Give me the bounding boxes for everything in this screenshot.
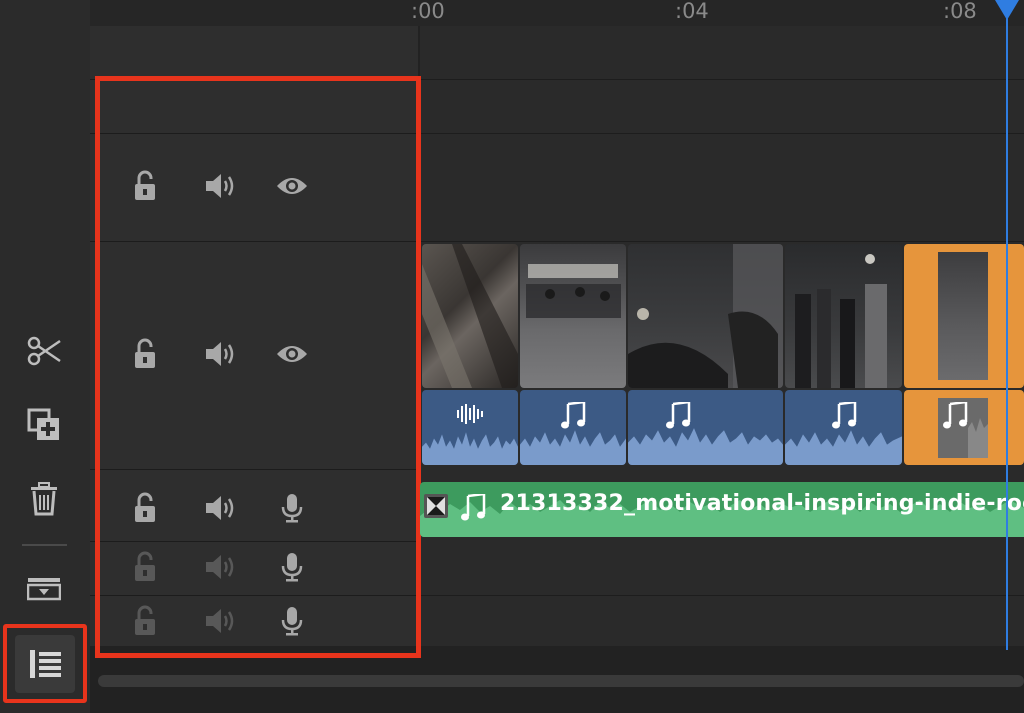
trash-icon[interactable] — [20, 475, 68, 523]
audio-clip[interactable] — [628, 390, 783, 465]
audio-clip[interactable] — [422, 390, 518, 465]
left-toolbar — [0, 0, 90, 713]
music-note-icon — [666, 402, 691, 429]
toolbar-divider — [22, 544, 67, 546]
scissors-icon[interactable] — [20, 327, 68, 375]
transition-icon[interactable] — [424, 494, 448, 518]
microphone-icon[interactable] — [274, 490, 310, 526]
speaker-icon[interactable] — [202, 336, 238, 372]
audio-clip[interactable] — [520, 390, 626, 465]
ruler-tick: :00 — [411, 0, 445, 23]
audio-clip[interactable] — [785, 390, 902, 465]
playhead-handle[interactable] — [995, 0, 1019, 20]
lock-icon[interactable] — [127, 336, 163, 372]
ruler-tick: :08 — [943, 0, 977, 23]
lock-icon[interactable] — [127, 549, 163, 585]
music-note-icon — [561, 402, 586, 429]
horizontal-scrollbar[interactable] — [98, 675, 1024, 687]
video-clip[interactable] — [628, 244, 783, 388]
microphone-icon[interactable] — [274, 603, 310, 639]
track-header-toggle-icon — [30, 650, 61, 678]
track-header-toggle-button[interactable] — [15, 635, 75, 693]
speaker-icon[interactable] — [202, 549, 238, 585]
collapse-tracks-icon[interactable] — [20, 565, 68, 613]
music-note-icon — [831, 402, 856, 429]
eye-icon[interactable] — [274, 336, 310, 372]
eye-icon[interactable] — [274, 168, 310, 204]
video-clip[interactable] — [785, 244, 902, 388]
time-ruler[interactable]: :00 :04 :08 — [90, 0, 1024, 26]
video-clip[interactable] — [422, 244, 518, 388]
music-note-icon — [943, 402, 968, 429]
music-note-icon — [461, 494, 486, 521]
microphone-icon[interactable] — [274, 549, 310, 585]
lock-icon[interactable] — [127, 168, 163, 204]
lock-icon[interactable] — [127, 603, 163, 639]
speaker-icon[interactable] — [202, 168, 238, 204]
music-clip-label: 21313332_motivational-inspiring-indie-ro… — [500, 491, 1024, 516]
music-clip[interactable]: 21313332_motivational-inspiring-indie-ro… — [420, 482, 1024, 537]
lock-icon[interactable] — [127, 490, 163, 526]
video-clip[interactable] — [520, 244, 626, 388]
speaker-icon[interactable] — [202, 603, 238, 639]
speaker-icon[interactable] — [202, 490, 238, 526]
duplicate-icon[interactable] — [20, 401, 68, 449]
ruler-tick: :04 — [675, 0, 709, 23]
playhead-line[interactable] — [1006, 0, 1008, 650]
